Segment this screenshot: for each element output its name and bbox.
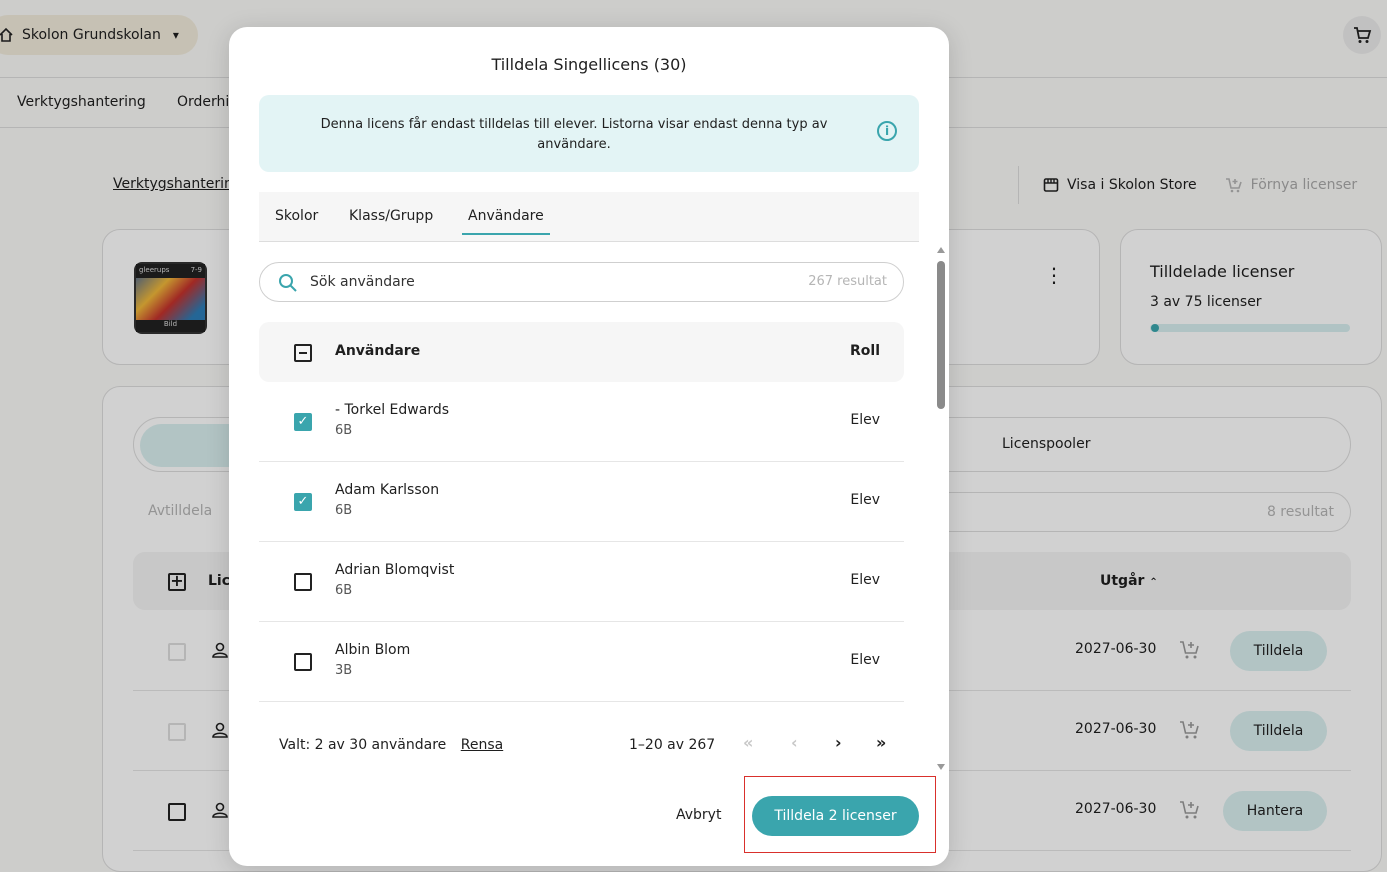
clear-selection-link[interactable]: Rensa	[461, 737, 503, 753]
scroll-down-icon[interactable]	[937, 764, 945, 770]
list-scrollbar[interactable]	[935, 245, 947, 772]
paging-info: 1–20 av 267	[629, 737, 716, 753]
user-name: Adrian Blomqvist	[335, 562, 455, 578]
search-result-count: 267 resultat	[808, 274, 887, 289]
user-role: Elev	[850, 652, 880, 668]
user-row[interactable]: ✓ Adam Karlsson 6B Elev	[259, 462, 904, 542]
next-page-icon[interactable]: ›	[835, 733, 842, 752]
info-icon: i	[877, 121, 897, 141]
user-checkbox[interactable]	[294, 573, 312, 591]
user-class: 3B	[335, 663, 353, 678]
user-name: Adam Karlsson	[335, 482, 440, 498]
select-all-checkbox[interactable]	[294, 344, 312, 362]
search-placeholder: Sök användare	[310, 274, 415, 290]
tab-anvandare[interactable]: Användare	[462, 208, 550, 235]
user-checkbox[interactable]: ✓	[294, 413, 312, 431]
search-icon	[279, 274, 297, 292]
assign-license-modal: Tilldela Singellicens (30) Denna licens …	[229, 27, 949, 866]
cancel-button[interactable]: Avbryt	[676, 807, 721, 823]
user-class: 6B	[335, 583, 353, 598]
user-class: 6B	[335, 423, 353, 438]
user-row[interactable]: Albin Blom 3B Elev	[259, 622, 904, 702]
user-role: Elev	[850, 492, 880, 508]
selection-summary: Valt: 2 av 30 användare Rensa	[279, 737, 503, 753]
user-checkbox[interactable]: ✓	[294, 493, 312, 511]
prev-page-icon[interactable]: ‹	[791, 733, 798, 752]
modal-title: Tilldela Singellicens (30)	[491, 55, 687, 74]
user-checkbox[interactable]	[294, 653, 312, 671]
user-role: Elev	[850, 412, 880, 428]
user-table-header: Användare Roll	[259, 322, 904, 382]
user-search-input[interactable]: Sök användare 267 resultat	[259, 262, 904, 302]
scroll-up-icon[interactable]	[937, 247, 945, 253]
user-name: Albin Blom	[335, 642, 411, 658]
info-text: Denna licens får endast tilldelas till e…	[320, 117, 828, 152]
tab-skolor[interactable]: Skolor	[275, 208, 318, 224]
col-user: Användare	[335, 343, 421, 359]
user-row[interactable]: Adrian Blomqvist 6B Elev	[259, 542, 904, 622]
user-row[interactable]: ✓ - Torkel Edwards 6B Elev	[259, 382, 904, 462]
user-name: - Torkel Edwards	[335, 402, 450, 418]
user-class: 6B	[335, 503, 353, 518]
first-page-icon[interactable]: «	[743, 733, 753, 752]
user-role: Elev	[850, 572, 880, 588]
scroll-thumb[interactable]	[937, 261, 945, 409]
modal-tabs: Skolor Klass/Grupp Användare	[259, 192, 919, 242]
tab-klass-grupp[interactable]: Klass/Grupp	[349, 208, 433, 224]
selected-count: Valt: 2 av 30 användare	[279, 737, 447, 753]
last-page-icon[interactable]: »	[876, 733, 886, 752]
col-role: Roll	[850, 343, 880, 359]
info-banner: Denna licens får endast tilldelas till e…	[259, 95, 919, 172]
highlight-box	[744, 776, 936, 853]
